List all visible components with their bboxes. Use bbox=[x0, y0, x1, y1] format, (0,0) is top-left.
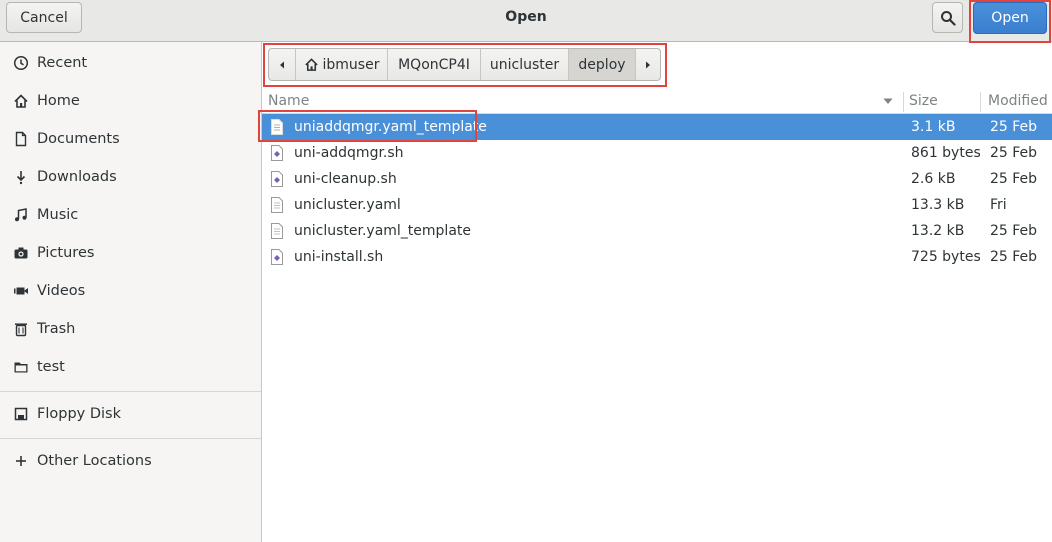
breadcrumb-label: deploy bbox=[578, 56, 626, 73]
file-list-header: Name Size Modified bbox=[262, 88, 1052, 114]
document-icon bbox=[15, 131, 26, 147]
text-file-icon bbox=[271, 223, 283, 239]
column-header-label: Modified bbox=[988, 93, 1048, 109]
sidebar-item-label: Documents bbox=[37, 131, 120, 147]
column-header-label: Name bbox=[268, 93, 310, 109]
floppy-icon bbox=[14, 407, 27, 421]
sidebar-item-documents[interactable]: Documents bbox=[0, 122, 261, 156]
file-name: uni-install.sh bbox=[294, 249, 384, 265]
sort-descending-icon[interactable] bbox=[883, 98, 893, 106]
sidebar-item-label: Music bbox=[37, 207, 79, 223]
file-size: 13.2 kB bbox=[911, 223, 965, 239]
sidebar-item-floppy-disk[interactable]: Floppy Disk bbox=[0, 397, 261, 431]
column-divider bbox=[980, 92, 981, 112]
breadcrumb-label: MQonCP4I bbox=[398, 56, 470, 73]
file-name: unicluster.yaml bbox=[294, 197, 401, 213]
pathbar-back-button[interactable] bbox=[269, 49, 296, 80]
file-row[interactable]: uni-cleanup.sh 2.6 kB 25 Feb bbox=[262, 166, 1052, 192]
sidebar-item-label: Home bbox=[37, 93, 80, 109]
folder-icon bbox=[14, 362, 27, 373]
music-icon bbox=[14, 208, 27, 222]
column-divider bbox=[903, 92, 904, 112]
file-name: unicluster.yaml_template bbox=[294, 223, 472, 239]
open-button[interactable]: Open bbox=[973, 2, 1047, 34]
breadcrumb-deploy[interactable]: deploy bbox=[569, 49, 636, 80]
trash-icon bbox=[14, 323, 27, 337]
video-icon bbox=[13, 287, 28, 295]
file-row[interactable]: uni-install.sh 725 bytes 25 Feb bbox=[262, 244, 1052, 270]
column-header-name[interactable]: Name bbox=[268, 88, 898, 114]
file-modified: 25 Feb bbox=[990, 171, 1038, 187]
sidebar-separator bbox=[0, 438, 261, 439]
sidebar-item-label: Downloads bbox=[37, 169, 117, 185]
file-modified: 25 Feb bbox=[990, 145, 1038, 161]
sidebar-item-label: Recent bbox=[37, 55, 88, 71]
dialog-title: Open bbox=[505, 9, 547, 25]
sidebar-item-label: Trash bbox=[37, 321, 76, 337]
file-name: uniaddqmgr.yaml_template bbox=[294, 119, 487, 135]
home-icon bbox=[304, 58, 318, 71]
sidebar-item-label: Pictures bbox=[37, 245, 95, 261]
file-row[interactable]: uniaddqmgr.yaml_template 3.1 kB 25 Feb bbox=[262, 114, 1052, 140]
text-file-icon bbox=[271, 119, 283, 135]
sidebar-item-label: Other Locations bbox=[37, 453, 152, 469]
column-header-modified[interactable]: Modified bbox=[988, 88, 1052, 114]
sidebar-item-label: test bbox=[37, 359, 65, 375]
sidebar-item-pictures[interactable]: Pictures bbox=[0, 236, 261, 270]
file-name: uni-addqmgr.sh bbox=[294, 145, 404, 161]
file-size: 13.3 kB bbox=[911, 197, 965, 213]
home-icon bbox=[13, 94, 28, 108]
file-modified: 25 Feb bbox=[990, 223, 1038, 239]
pathbar-forward-button[interactable] bbox=[636, 49, 660, 80]
breadcrumb-label: ibmuser bbox=[322, 56, 380, 73]
breadcrumb-mqoncp4i[interactable]: MQonCP4I bbox=[388, 49, 481, 80]
file-modified: Fri bbox=[990, 197, 1007, 213]
header-bar: Cancel Open Open bbox=[0, 0, 1052, 42]
script-file-icon bbox=[271, 171, 283, 187]
breadcrumb-ibmuser[interactable]: ibmuser bbox=[296, 49, 388, 80]
chevron-right-icon bbox=[646, 61, 650, 68]
sidebar-item-label: Floppy Disk bbox=[37, 406, 121, 422]
camera-icon bbox=[14, 247, 27, 259]
file-modified: 25 Feb bbox=[990, 249, 1038, 265]
file-size: 725 bytes bbox=[911, 249, 981, 265]
column-header-size[interactable]: Size bbox=[909, 88, 979, 114]
sidebar-item-other-locations[interactable]: Other Locations bbox=[0, 444, 261, 478]
sidebar-item-music[interactable]: Music bbox=[0, 198, 261, 232]
sidebar-separator bbox=[0, 391, 261, 392]
script-file-icon bbox=[271, 249, 283, 265]
sidebar-item-recent[interactable]: Recent bbox=[0, 46, 261, 80]
file-size: 2.6 kB bbox=[911, 171, 956, 187]
file-modified: 25 Feb bbox=[990, 119, 1038, 135]
plus-icon bbox=[15, 456, 26, 466]
cancel-button[interactable]: Cancel bbox=[6, 2, 82, 33]
clock-icon bbox=[13, 55, 28, 71]
sidebar-item-home[interactable]: Home bbox=[0, 84, 261, 118]
breadcrumb: ibmuser MQonCP4I unicluster deploy bbox=[268, 48, 661, 81]
sidebar-item-label: Videos bbox=[37, 283, 86, 299]
sidebar-item-downloads[interactable]: Downloads bbox=[0, 160, 261, 194]
download-icon bbox=[16, 171, 25, 185]
sidebar: Recent Home Documents Downloads Music Pi… bbox=[0, 42, 262, 542]
file-row[interactable]: uni-addqmgr.sh 861 bytes 25 Feb bbox=[262, 140, 1052, 166]
column-header-label: Size bbox=[909, 93, 938, 109]
sidebar-item-test[interactable]: test bbox=[0, 350, 261, 384]
sidebar-item-trash[interactable]: Trash bbox=[0, 312, 261, 346]
file-name: uni-cleanup.sh bbox=[294, 171, 397, 187]
chevron-left-icon bbox=[280, 61, 284, 68]
text-file-icon bbox=[271, 197, 283, 213]
search-icon bbox=[940, 10, 956, 26]
breadcrumb-unicluster[interactable]: unicluster bbox=[481, 49, 569, 80]
file-row[interactable]: unicluster.yaml_template 13.2 kB 25 Feb bbox=[262, 218, 1052, 244]
sidebar-item-videos[interactable]: Videos bbox=[0, 274, 261, 308]
file-row[interactable]: unicluster.yaml 13.3 kB Fri bbox=[262, 192, 1052, 218]
script-file-icon bbox=[271, 145, 283, 161]
search-button[interactable] bbox=[932, 2, 963, 33]
file-size: 3.1 kB bbox=[911, 119, 956, 135]
file-size: 861 bytes bbox=[911, 145, 981, 161]
breadcrumb-label: unicluster bbox=[489, 56, 560, 73]
